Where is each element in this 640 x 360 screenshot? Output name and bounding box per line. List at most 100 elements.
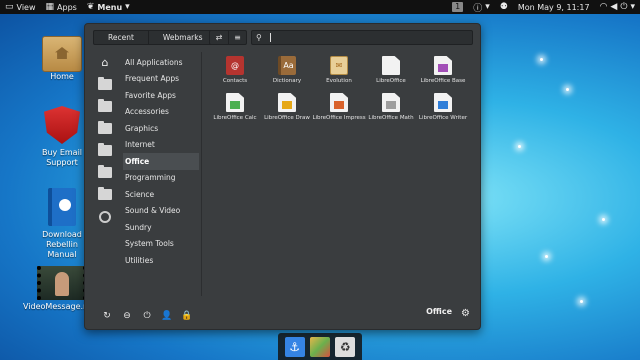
wifi-icon: ◠ — [599, 2, 608, 12]
desktop-icon-video-message[interactable]: VideoMessage.mp4 — [23, 266, 101, 312]
dock-paint-icon[interactable] — [309, 336, 330, 357]
datetime-label: Mon May 9, 11:17 — [517, 2, 590, 12]
category-item[interactable]: Sound & Video — [123, 203, 199, 220]
app-label: Contacts — [222, 78, 248, 84]
restart-icon[interactable]: ↻ — [97, 311, 117, 321]
home-icon[interactable]: ⌂ — [97, 56, 113, 69]
video-thumbnail-icon — [37, 266, 87, 300]
app-label: LibreOffice Math — [368, 115, 414, 121]
book-icon — [48, 188, 76, 226]
suspend-icon[interactable]: ⊖ — [117, 311, 137, 321]
apps-label: Apps — [57, 2, 77, 12]
gnome-foot-icon: ❦ — [86, 2, 95, 12]
category-item[interactable]: All Applications — [123, 54, 199, 71]
dock-trash-icon[interactable]: ♻ — [335, 336, 356, 357]
clock[interactable]: Mon May 9, 11:17 — [513, 0, 595, 14]
current-category-label: Office — [426, 307, 452, 316]
update-menu[interactable]: ⓘ ▾ — [468, 0, 495, 14]
category-item[interactable]: Science — [123, 186, 199, 203]
chevron-down-icon: ▾ — [485, 2, 490, 12]
app-label: LibreOffice Writer — [418, 115, 468, 121]
category-item[interactable]: Accessories — [123, 104, 199, 121]
system-menu[interactable]: ◠ ◀ ⏻ ▾ — [595, 0, 640, 14]
power-icon[interactable]: ⏻ — [137, 311, 157, 321]
app-evolution[interactable]: ✉ Evolution — [313, 56, 365, 93]
shield-icon — [44, 106, 80, 144]
dock-anchor-icon[interactable]: ⚓ — [284, 336, 305, 357]
desktop-icon-home[interactable]: Home — [32, 36, 92, 82]
wallpaper-sparkle — [580, 300, 583, 303]
search-icon: ⚲ — [256, 33, 262, 42]
list-view-icon[interactable]: ≡ — [228, 31, 246, 44]
chevron-down-icon: ▾ — [125, 2, 130, 12]
category-item[interactable]: Programming — [123, 170, 199, 187]
category-item[interactable]: Graphics — [123, 120, 199, 137]
folder-icon[interactable] — [97, 77, 113, 91]
libreoffice-document-icon — [382, 56, 400, 75]
contacts-icon: @ — [226, 56, 244, 75]
window-icon: ▭ — [5, 2, 14, 12]
folder-icon[interactable] — [97, 99, 113, 113]
desktop-icon-download-manual[interactable]: Download Rebellin Manual — [32, 188, 92, 260]
app-label: LibreOffice Base — [420, 78, 466, 84]
search-input[interactable]: ⚲ — [251, 30, 473, 45]
apps-grid: @ Contacts Aa Dictionary ✉ Evolution Lib… — [209, 56, 479, 130]
places-sidebar: ⌂ — [91, 56, 119, 232]
text-cursor — [269, 33, 271, 42]
power-icon: ⏻ — [620, 2, 628, 12]
folder-icon[interactable] — [97, 121, 113, 135]
tab-recent[interactable]: Recent — [94, 31, 148, 44]
view-label: View — [16, 2, 36, 12]
app-libreoffice-draw[interactable]: LibreOffice Draw — [261, 93, 313, 130]
app-label: LibreOffice — [376, 78, 406, 84]
app-contacts[interactable]: @ Contacts — [209, 56, 261, 93]
application-menu: Recent Webmarks ⇄ ≡ ⚲ ⌂ All Applications… — [84, 23, 481, 330]
category-item[interactable]: System Tools — [123, 236, 199, 253]
gear-icon[interactable]: ⚙ — [461, 308, 470, 319]
mail-stamp-icon: ✉ — [330, 56, 348, 75]
disc-icon[interactable] — [97, 210, 113, 223]
menu-label: Menu — [97, 2, 123, 12]
category-item[interactable]: Favorite Apps — [123, 87, 199, 104]
app-libreoffice-calc[interactable]: LibreOffice Calc — [209, 93, 261, 130]
view-menu[interactable]: ▭ View — [0, 0, 41, 14]
swap-view-icon[interactable]: ⇄ — [210, 31, 228, 44]
app-libreoffice[interactable]: LibreOffice — [365, 56, 417, 93]
folder-icon[interactable] — [97, 165, 113, 179]
wallpaper-sparkle — [540, 58, 543, 61]
app-dictionary[interactable]: Aa Dictionary — [261, 56, 313, 93]
workspace-number: 1 — [452, 2, 464, 12]
tab-webmarks[interactable]: Webmarks — [147, 31, 217, 44]
app-label: Dictionary — [272, 78, 302, 84]
volume-icon: ◀ — [610, 2, 618, 12]
apps-menu[interactable]: ▦ Apps — [41, 0, 82, 14]
folder-icon[interactable] — [97, 187, 113, 201]
app-libreoffice-writer[interactable]: LibreOffice Writer — [417, 93, 469, 130]
desktop-icon-label: Download Rebellin Manual — [42, 230, 82, 259]
switch-user-icon[interactable]: 👤 — [157, 311, 177, 321]
category-item[interactable]: Frequent Apps — [123, 71, 199, 88]
view-tabs: Recent Webmarks — [93, 30, 218, 45]
app-libreoffice-math[interactable]: LibreOffice Math — [365, 93, 417, 130]
app-label: LibreOffice Impress — [312, 115, 366, 121]
category-item-active[interactable]: Office — [123, 153, 199, 170]
lock-icon[interactable]: 🔒 — [177, 311, 197, 321]
folder-icon[interactable] — [97, 143, 113, 157]
main-menu[interactable]: ❦ Menu ▾ — [82, 0, 135, 14]
category-item[interactable]: Sundry — [123, 219, 199, 236]
accessibility-icon: ⚉ — [499, 2, 508, 12]
category-item[interactable]: Internet — [123, 137, 199, 154]
workspace-indicator[interactable]: 1 — [447, 0, 468, 14]
libreoffice-calc-icon — [226, 93, 244, 112]
app-libreoffice-impress[interactable]: LibreOffice Impress — [312, 93, 366, 130]
accessibility-menu[interactable]: ⚉ — [495, 0, 513, 14]
info-circle-icon: ⓘ — [473, 3, 483, 14]
category-item[interactable]: Utilities — [123, 252, 199, 269]
home-folder-icon — [42, 36, 82, 72]
menu-header: Recent Webmarks ⇄ ≡ ⚲ — [85, 24, 480, 52]
app-libreoffice-base[interactable]: LibreOffice Base — [417, 56, 469, 93]
desktop-icon-buy-email-support[interactable]: Buy Email Support — [32, 106, 92, 168]
chevron-down-icon: ▾ — [630, 2, 635, 12]
app-label: Evolution — [326, 78, 352, 84]
libreoffice-math-icon — [382, 93, 400, 112]
